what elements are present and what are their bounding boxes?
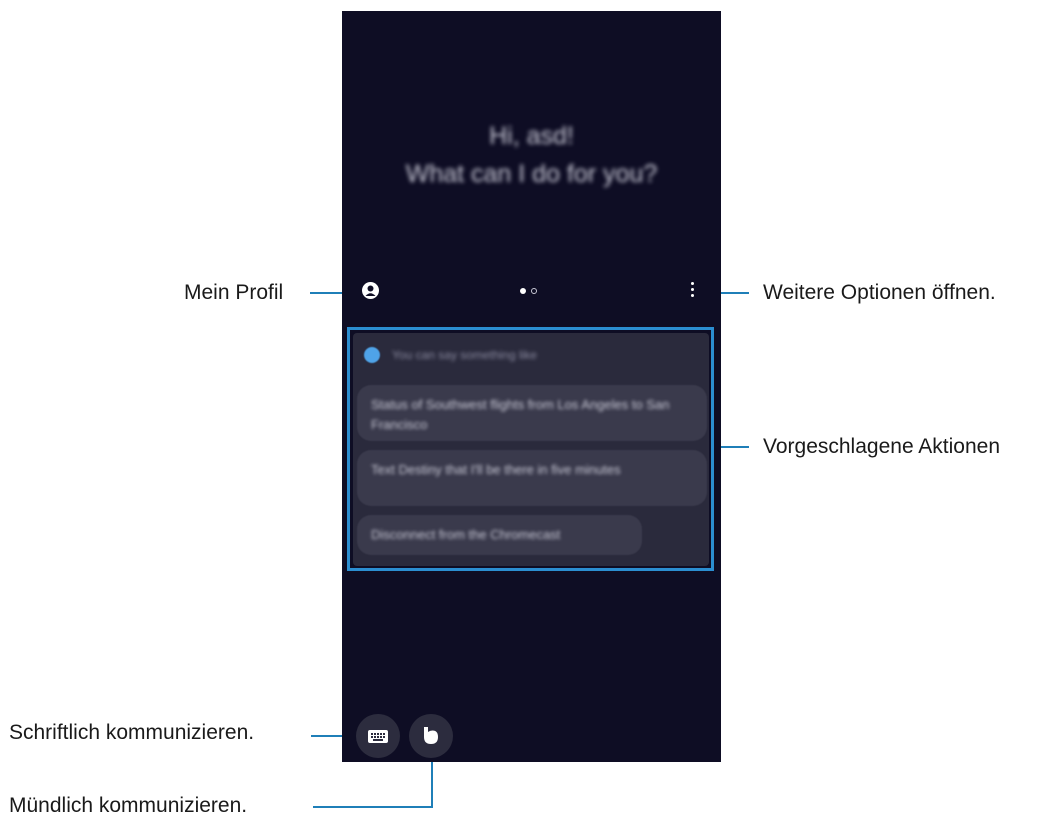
callout-more-options: Weitere Optionen öffnen. [763, 281, 996, 304]
page-indicator [520, 288, 537, 294]
callout-voice: Mündlich kommunizieren. [9, 794, 248, 817]
callout-line-suggestions [718, 446, 749, 448]
callout-suggestions: Vorgeschlagene Aktionen [763, 435, 1001, 458]
greeting-line-1: Hi, asd! [489, 122, 574, 150]
callout-line-voice-h [313, 806, 433, 808]
more-options-icon[interactable] [690, 282, 696, 300]
suggestions-highlight-frame [347, 327, 714, 571]
callout-profile: Mein Profil [184, 281, 284, 304]
callout-typing: Schriftlich kommunizieren. [9, 721, 255, 744]
keyboard-button[interactable] [356, 714, 400, 758]
page-dot-active [520, 288, 526, 294]
phone-screen: Hi, asd! What can I do for you? You can … [342, 11, 721, 762]
greeting: Hi, asd! What can I do for you? [342, 117, 721, 193]
keyboard-icon [368, 729, 388, 743]
greeting-line-2: What can I do for you? [405, 160, 658, 188]
bixby-voice-button[interactable] [409, 714, 453, 758]
callout-line-voice-v [431, 758, 433, 808]
page-dot-inactive [531, 288, 537, 294]
profile-icon[interactable] [362, 282, 379, 299]
bixby-icon [424, 727, 438, 744]
